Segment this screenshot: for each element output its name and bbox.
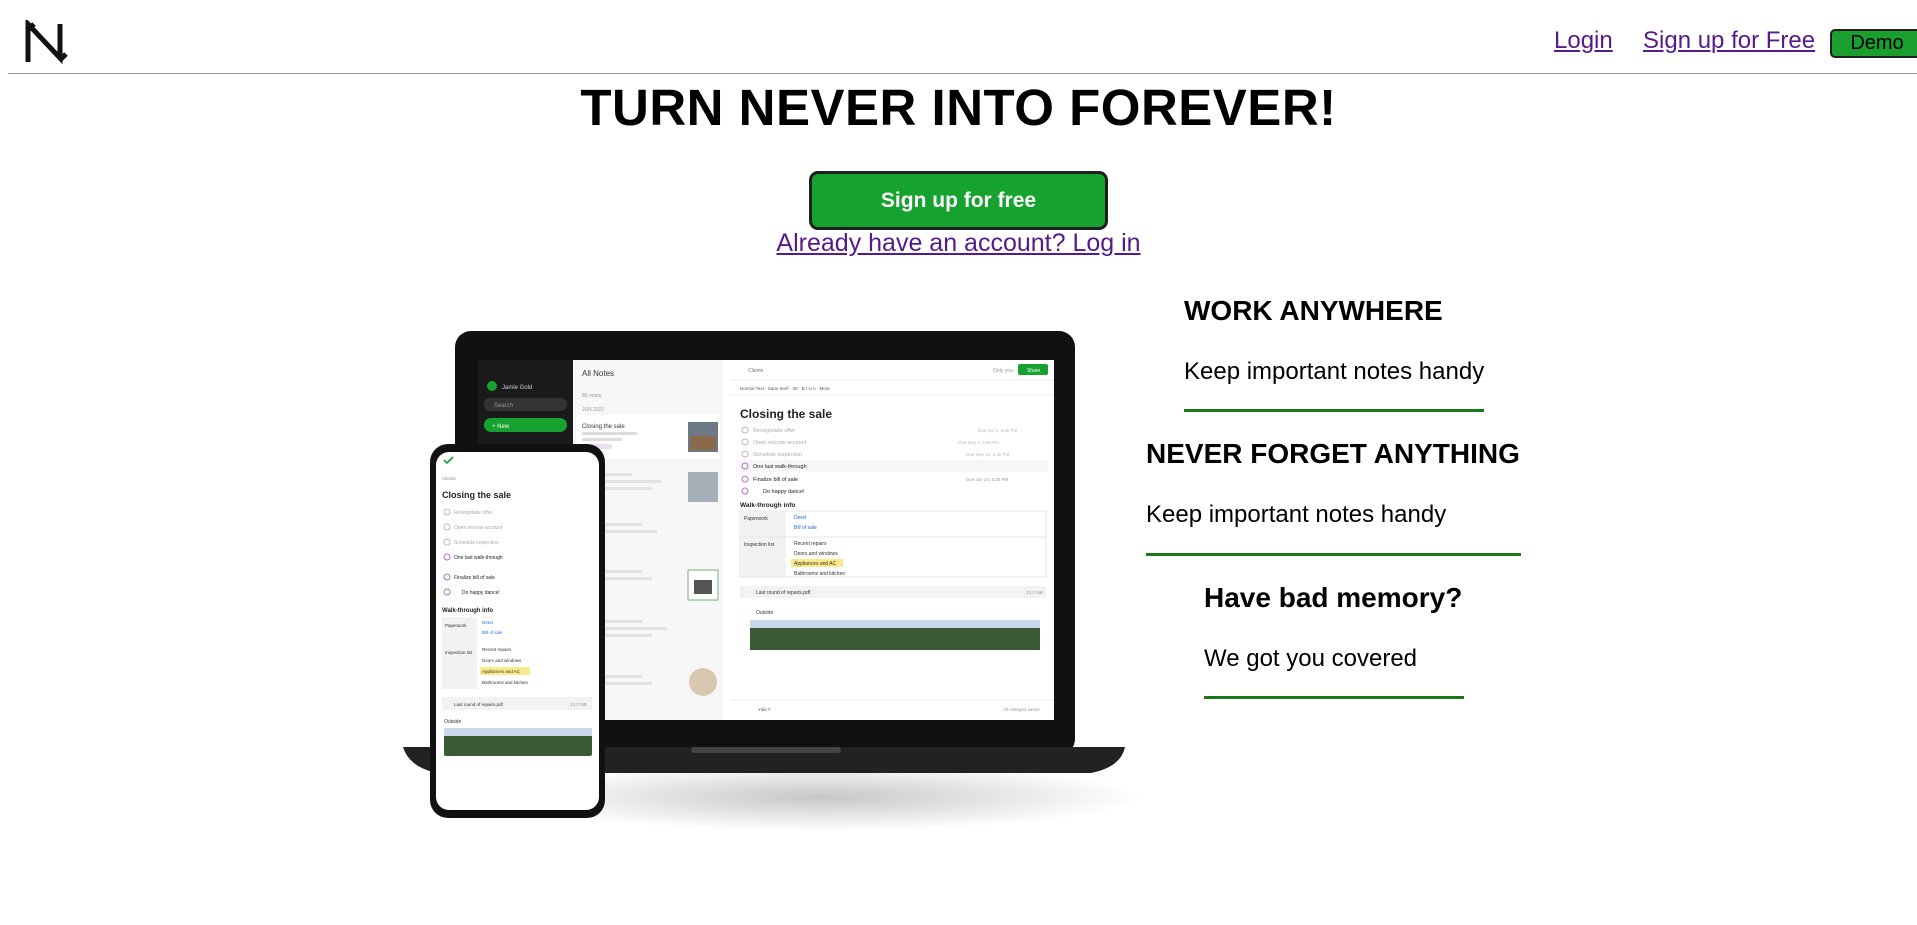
mock-phone-paperwork-label: Paperwork: [445, 623, 467, 628]
mock-phone-inspection-4: Bathrooms and kitchen: [482, 680, 529, 685]
mock-phone-section: Walk-through info: [442, 608, 493, 614]
mock-sidebar-new: + New: [492, 424, 510, 430]
mock-sidebar-search: Search: [494, 403, 513, 409]
mock-phone-attachment-size: 13.2 MB: [570, 702, 587, 707]
signup-cta-button[interactable]: Sign up for free: [809, 171, 1108, 230]
mock-paperwork-2: Bill of sale: [794, 525, 817, 531]
mock-phone-task-3: Schedule inspection: [454, 540, 499, 546]
mock-inspection-1: Recent repairs: [794, 541, 827, 547]
feature-title: NEVER FORGET ANYTHING: [1146, 438, 1520, 469]
mock-phone-inspection-2: Doors and windows: [482, 658, 522, 663]
mock-inspection-label: Inspection list: [744, 542, 775, 548]
mock-phone-paperwork-2: Bill of sale: [482, 630, 503, 635]
nav-signup-link[interactable]: Sign up for Free: [1643, 27, 1815, 55]
mock-phone-attachment: Last round of repairs.pdf: [454, 702, 504, 707]
mock-phone-title: Closing the sale: [442, 490, 511, 500]
nav-login-link[interactable]: Login: [1554, 27, 1613, 55]
feature-work-anywhere: WORK ANYWHERE Keep important notes handy: [1184, 295, 1484, 415]
mock-list-first-title: Closing the sale: [582, 424, 625, 430]
mock-phone-inspection-label: Inspection list: [445, 650, 473, 655]
mock-attachment-size: 13.2 MB: [1026, 590, 1043, 595]
mock-phone-task-2: Open escrow account: [454, 525, 503, 531]
feature-text: We got you covered: [1204, 645, 1418, 672]
mock-task-5: Finalize bill of sale: [753, 477, 798, 483]
mock-phone-task-6: Do happy dance!: [462, 590, 500, 596]
mock-phone-paperwork-1: Deed: [482, 620, 493, 625]
mock-task-4: One last walk-through: [753, 464, 807, 470]
mock-footer-saved: All changes saved: [1003, 707, 1040, 712]
mock-phone-inspection-1: Recent repairs: [482, 647, 512, 652]
mock-inspection-3: Appliances and AC: [794, 561, 837, 567]
mock-task-2-due: Due May 4, 6:30 PM: [958, 440, 999, 445]
mock-task-6: Do happy dance!: [763, 489, 805, 495]
mock-sidebar-user: Jamie Gold: [502, 385, 532, 391]
mock-phone-outside: Outside: [444, 719, 461, 725]
mock-note-share: Share: [1027, 368, 1041, 374]
mock-task-2: Open escrow account: [753, 440, 807, 446]
mock-note-breadcrumb: Clients: [748, 368, 764, 374]
mock-list-count: 86 notes: [582, 393, 602, 399]
already-have-account-link[interactable]: Already have an account? Log in: [0, 229, 1917, 258]
mock-section-title: Walk-through info: [740, 502, 795, 509]
mock-paperwork-1: Deed: [794, 515, 806, 521]
mock-phone-task-5: Finalize bill of sale: [454, 575, 495, 581]
mock-list-title: All Notes: [582, 369, 614, 378]
mock-task-3: Schedule inspection: [753, 452, 802, 458]
mock-phone-task-4: One last walk-through: [454, 555, 503, 561]
mock-attachment-name: Last round of repairs.pdf: [756, 590, 811, 596]
divider: [1146, 553, 1521, 556]
top-navigation-bar: Login Sign up for Free Demo: [8, 0, 1917, 74]
mock-task-5-due: Due Jun 24, 5:30 PM: [966, 477, 1009, 482]
mock-task-1: Renegotiate offer: [753, 428, 795, 434]
mock-footer-tag: Yuki T.: [758, 707, 771, 712]
mock-note-only-you: Only you: [993, 368, 1013, 374]
mock-phone-task-1: Renegotiate offer: [454, 510, 493, 516]
device-showcase-illustration: Jamie Gold Search + New All Notes 86 not…: [403, 331, 1138, 831]
feature-title: Have bad memory?: [1204, 582, 1463, 613]
feature-text: Keep important notes handy: [1146, 501, 1447, 528]
n-logo-icon[interactable]: [22, 20, 68, 64]
mock-note-toolbar: Normal Text · Sans Serif · 30 · B I U A …: [740, 386, 830, 391]
mock-phone-breadcrumb: Clients: [442, 476, 457, 481]
divider: [1204, 696, 1464, 699]
feature-bad-memory: Have bad memory? We got you covered: [1204, 582, 1464, 702]
mock-note-title: Closing the sale: [740, 407, 832, 421]
page-title: TURN NEVER INTO FOREVER!: [580, 79, 1337, 136]
mock-inspection-2: Doors and windows: [794, 551, 838, 557]
feature-title: WORK ANYWHERE: [1184, 295, 1443, 326]
feature-never-forget: NEVER FORGET ANYTHING Keep important not…: [1146, 438, 1521, 558]
mock-list-month: JUN 2021: [582, 407, 604, 413]
mock-phone-inspection-3: Appliances and AC: [482, 669, 521, 674]
mock-paperwork-label: Paperwork: [744, 516, 768, 522]
divider: [1184, 409, 1484, 412]
mock-task-3-due: Due May 21, 2:30 PM: [966, 452, 1010, 457]
demo-button[interactable]: Demo: [1830, 29, 1917, 58]
feature-text: Keep important notes handy: [1184, 358, 1485, 385]
mock-task-1-due: Due Apr 3, 5:30 PM: [978, 428, 1018, 433]
mock-outside-label: Outside: [756, 610, 773, 616]
mock-inspection-4: Bathrooms and kitchen: [794, 571, 845, 577]
